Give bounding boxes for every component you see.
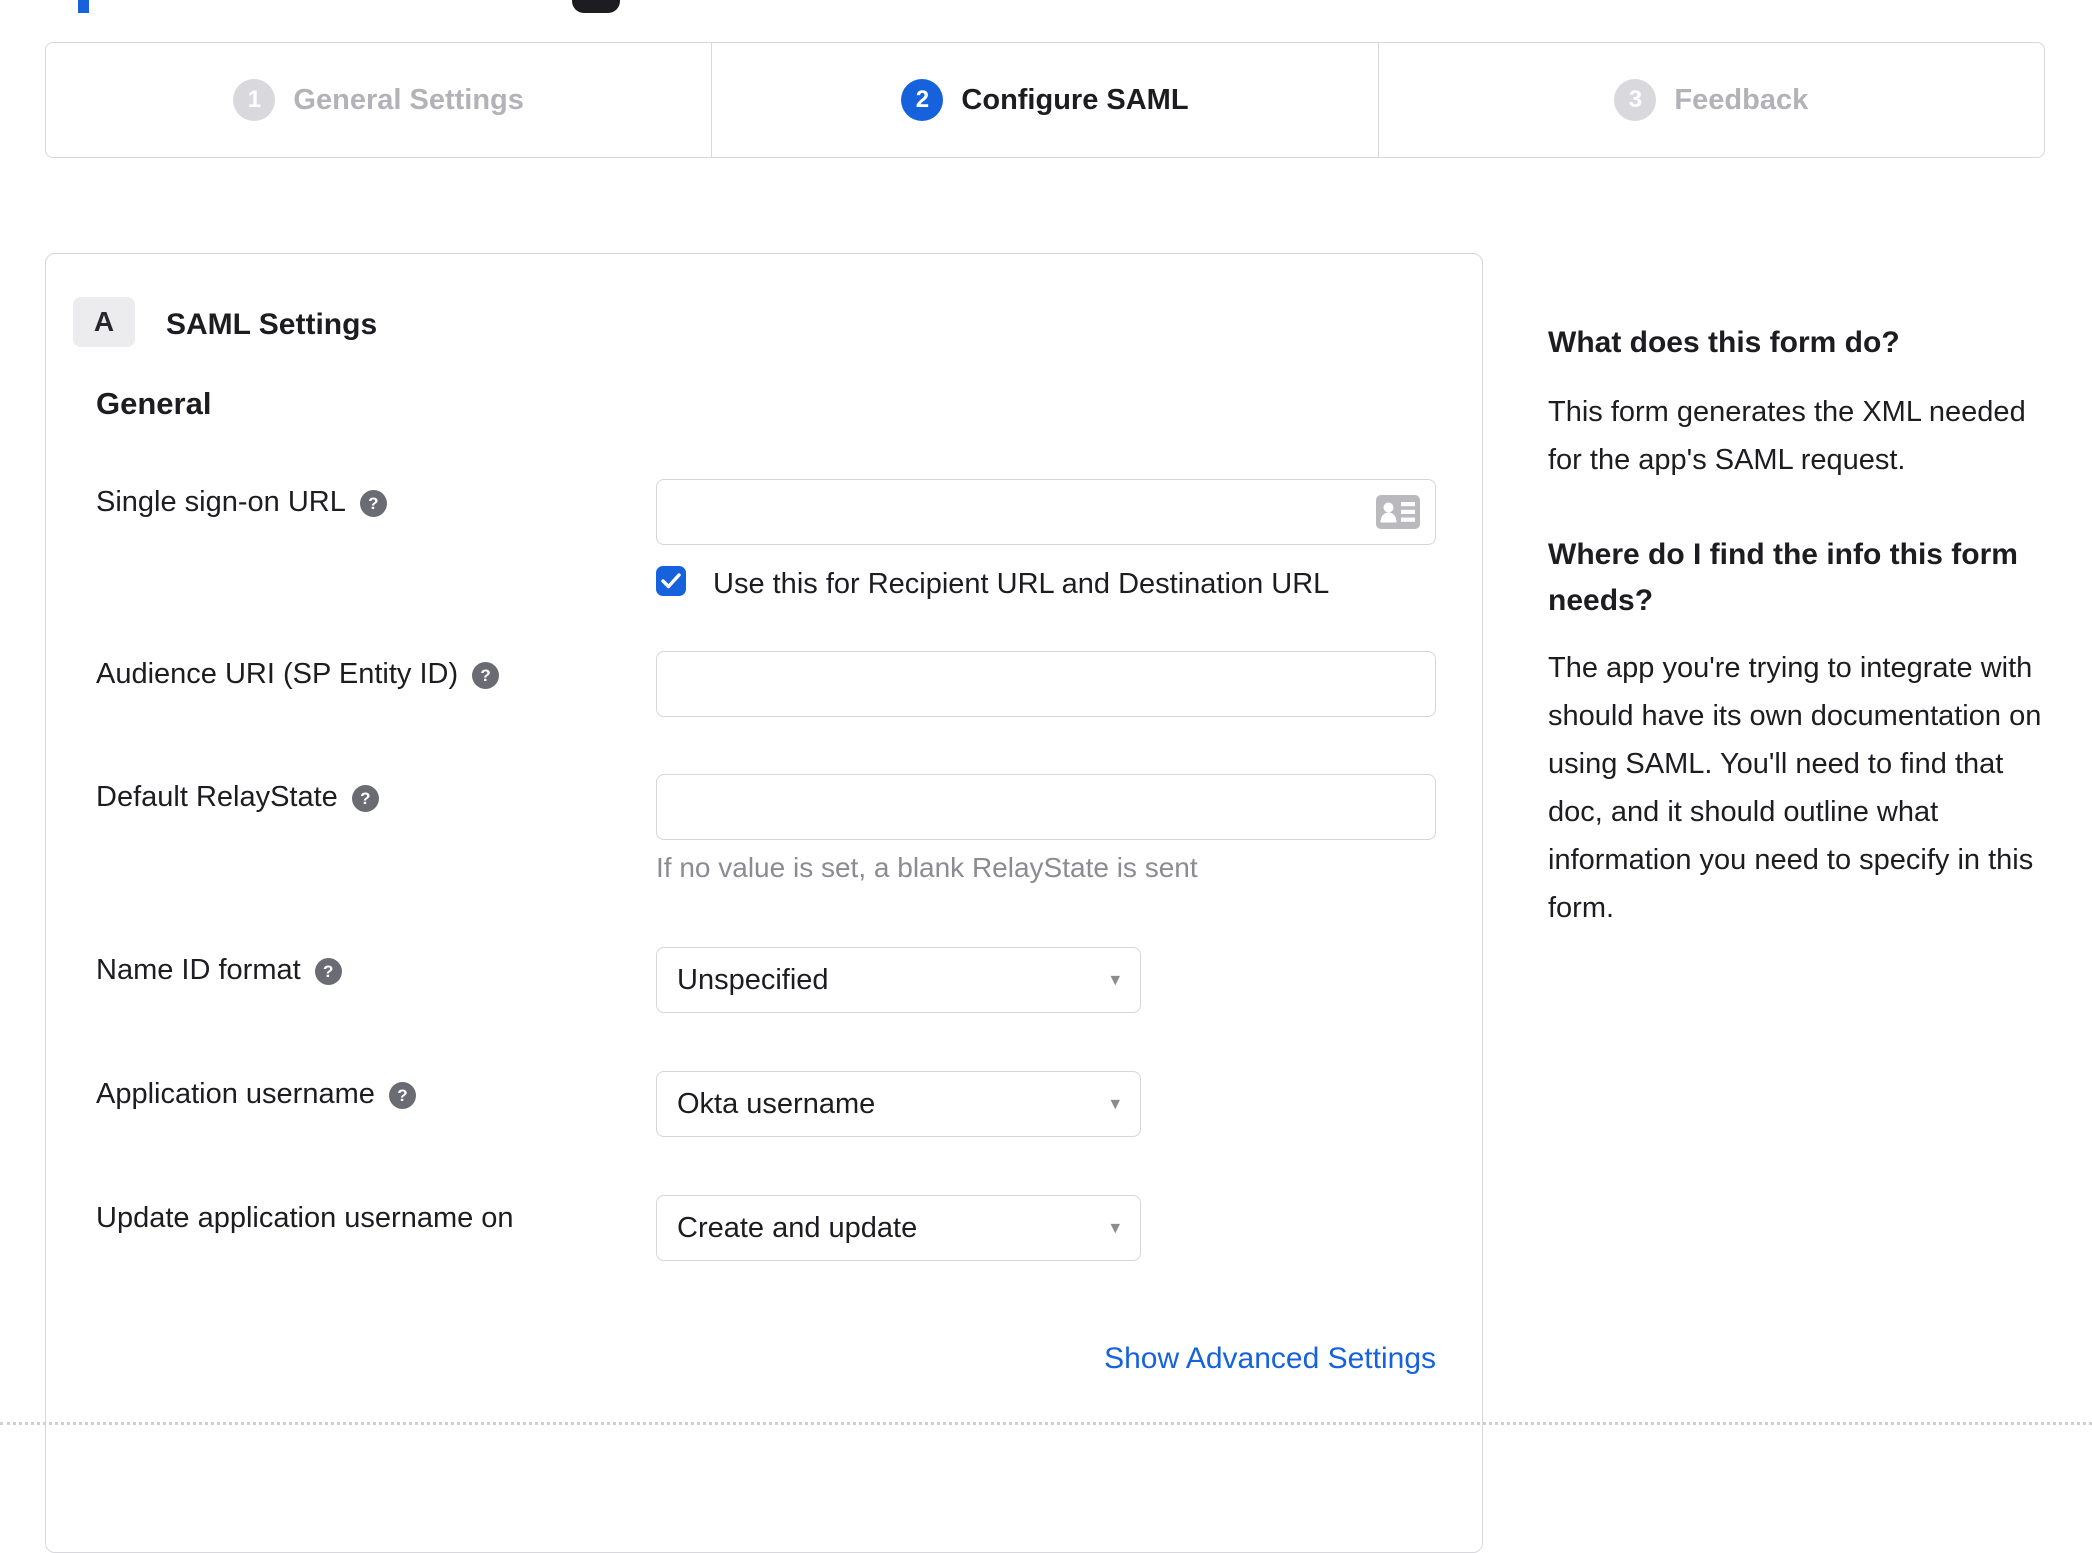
relay-state-input[interactable] xyxy=(656,774,1436,840)
audience-uri-input[interactable] xyxy=(656,651,1436,717)
step-feedback[interactable]: 3 Feedback xyxy=(1377,43,2044,157)
audience-uri-label: Audience URI (SP Entity ID)? xyxy=(96,658,500,691)
application-username-help-icon[interactable]: ? xyxy=(388,1082,416,1109)
sidebar-paragraph-1-line: This form generates the XML needed xyxy=(1548,396,2026,428)
name-id-format-select[interactable]: Unspecified ▾ xyxy=(656,947,1141,1013)
step-configure-saml[interactable]: 2 Configure SAML xyxy=(711,43,1377,157)
saml-settings-panel: A SAML Settings General Single sign-on U… xyxy=(45,253,1483,1553)
chevron-down-icon: ▾ xyxy=(1110,1093,1120,1115)
relay-state-helper-text: If no value is set, a blank RelayState i… xyxy=(656,852,1198,883)
step-2-number: 2 xyxy=(901,79,944,121)
name-id-format-help-icon[interactable]: ? xyxy=(314,958,342,985)
sidebar-paragraph-2-line: form. xyxy=(1548,892,1615,924)
step-3-number: 3 xyxy=(1614,79,1657,121)
sidebar-question-2: Where do I find the info this form needs? xyxy=(1548,538,2018,617)
update-username-value: Create and update xyxy=(677,1211,918,1244)
step-1-label: General Settings xyxy=(293,83,524,116)
step-general-settings[interactable]: 1 General Settings xyxy=(46,43,711,157)
audience-uri-help-icon[interactable]: ? xyxy=(472,662,500,689)
sidebar-paragraph-2-line: The app you're trying to integrate with xyxy=(1548,652,2033,684)
step-1-number: 1 xyxy=(233,79,276,121)
show-advanced-settings-link[interactable]: Show Advanced Settings xyxy=(656,1342,1436,1376)
sidebar-paragraph-2-line: doc, and it should outline what xyxy=(1548,796,1939,828)
relay-state-label: Default RelayState? xyxy=(96,781,379,814)
section-title: SAML Settings xyxy=(166,308,378,341)
update-username-label: Update application username on xyxy=(96,1202,514,1234)
name-id-format-label: Name ID format? xyxy=(96,954,342,987)
application-username-label: Application username? xyxy=(96,1078,416,1111)
section-a-badge: A xyxy=(73,297,135,347)
use-for-recipient-checkbox[interactable] xyxy=(656,566,686,596)
use-for-recipient-label: Use this for Recipient URL and Destinati… xyxy=(713,568,1330,600)
application-username-value: Okta username xyxy=(677,1087,876,1120)
help-sidebar: What does this form do? This form genera… xyxy=(1548,326,2063,932)
sidebar-paragraph-2-line: information you need to specify in this xyxy=(1548,844,2034,876)
sso-url-help-icon[interactable]: ? xyxy=(359,490,387,517)
wizard-stepper: 1 General Settings 2 Configure SAML 3 Fe… xyxy=(45,42,2045,158)
sidebar-paragraph-1-line: for the app's SAML request. xyxy=(1548,444,1906,476)
cutoff-logo-fragment xyxy=(78,0,89,13)
step-3-label: Feedback xyxy=(1674,83,1809,116)
sidebar-paragraph-2-line: should have its own documentation on xyxy=(1548,700,2042,732)
sidebar-paragraph-2-line: using SAML. You'll need to find that xyxy=(1548,748,2004,780)
chevron-down-icon: ▾ xyxy=(1110,1217,1120,1239)
chevron-down-icon: ▾ xyxy=(1110,969,1120,991)
cutoff-app-icon-fragment xyxy=(572,0,620,13)
name-id-format-value: Unspecified xyxy=(677,963,829,996)
address-card-icon xyxy=(1376,495,1420,529)
relay-state-help-icon[interactable]: ? xyxy=(351,785,379,812)
group-title-general: General xyxy=(96,386,212,421)
cutoff-bottom-divider xyxy=(0,1422,2092,1425)
update-username-select[interactable]: Create and update ▾ xyxy=(656,1195,1141,1261)
sso-url-label: Single sign-on URL? xyxy=(96,486,387,519)
checkmark-icon xyxy=(661,573,681,589)
sidebar-question-1: What does this form do? xyxy=(1548,326,1900,359)
step-2-label: Configure SAML xyxy=(961,83,1189,116)
application-username-select[interactable]: Okta username ▾ xyxy=(656,1071,1141,1137)
sso-url-input[interactable] xyxy=(656,479,1436,545)
